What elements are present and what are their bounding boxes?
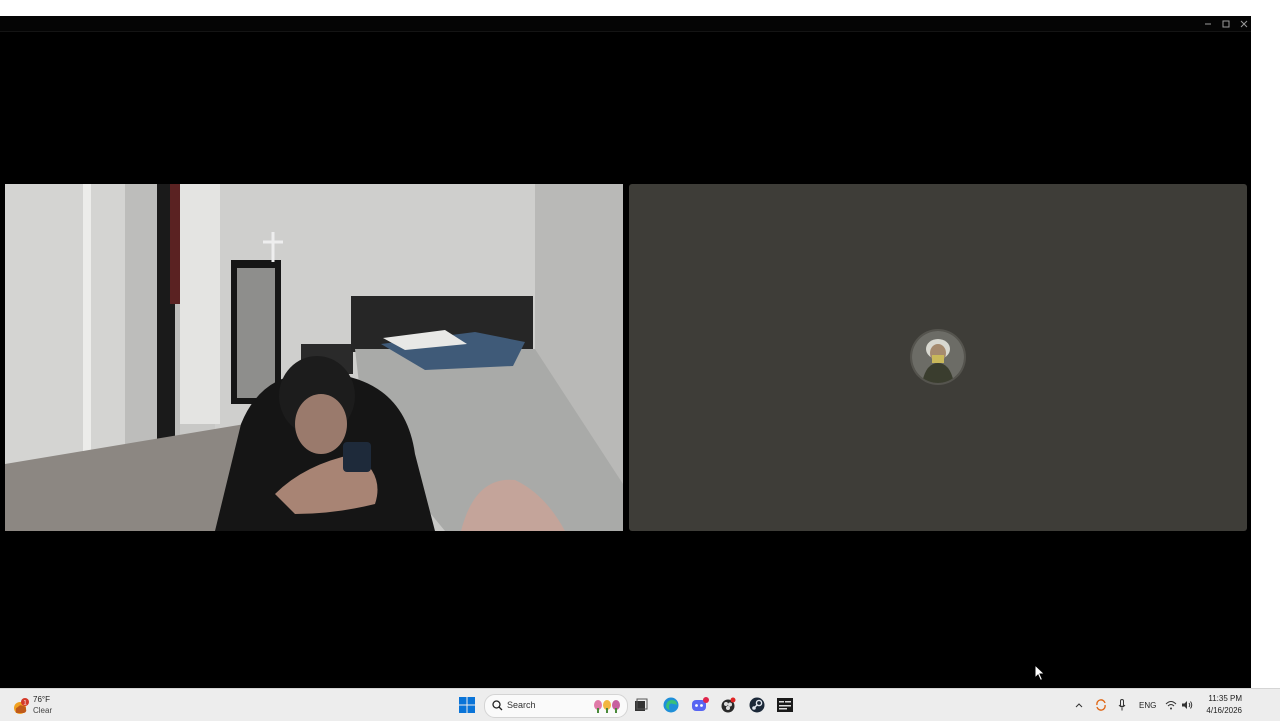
search-highlight-icon xyxy=(594,700,620,713)
camera-feed-image xyxy=(5,184,623,531)
clock-date[interactable]: 4/16/2026 xyxy=(1202,706,1242,715)
title-bar[interactable] xyxy=(0,16,1251,32)
close-button[interactable] xyxy=(1235,16,1253,31)
microphone-tray-button[interactable] xyxy=(1111,693,1133,717)
discord-taskbar-button[interactable] xyxy=(688,693,712,717)
show-hidden-icons-button[interactable] xyxy=(1068,693,1090,717)
local-video-tile[interactable] xyxy=(5,184,623,531)
task-view-icon xyxy=(635,698,648,711)
maximize-icon xyxy=(1222,20,1230,27)
speaker-icon xyxy=(1182,701,1193,709)
maximize-button[interactable] xyxy=(1217,16,1235,31)
close-icon xyxy=(1240,20,1248,27)
mouse-cursor-icon xyxy=(1034,664,1046,682)
sync-icon xyxy=(1096,699,1106,711)
weather-widget[interactable]: 1 76°F Clear xyxy=(12,694,72,718)
minimize-button[interactable] xyxy=(1199,16,1217,31)
minimize-icon xyxy=(1205,23,1211,24)
start-button[interactable] xyxy=(455,693,479,717)
edge-taskbar-button[interactable] xyxy=(659,693,683,717)
steam-taskbar-button[interactable] xyxy=(745,693,769,717)
terminal-icon xyxy=(777,698,793,712)
sync-tray-button[interactable] xyxy=(1090,693,1112,717)
taskbar-search-input[interactable]: Search xyxy=(484,694,628,718)
avatar-image xyxy=(912,331,964,383)
search-placeholder: Search xyxy=(507,700,536,710)
wifi-icon xyxy=(1165,701,1177,710)
language-indicator[interactable]: ENG xyxy=(1139,701,1156,710)
obs-icon xyxy=(721,697,736,713)
task-view-button[interactable] xyxy=(629,693,653,717)
windows-start-icon xyxy=(459,697,475,713)
microphone-icon xyxy=(1118,699,1126,711)
clock-time[interactable]: 11:35 PM xyxy=(1204,694,1242,703)
remote-avatar[interactable] xyxy=(912,331,964,383)
discord-icon xyxy=(692,697,709,711)
weather-condition: Clear xyxy=(33,706,53,715)
volume-tray-button[interactable] xyxy=(1177,693,1197,717)
obs-taskbar-button[interactable] xyxy=(716,693,740,717)
desktop-edge-right xyxy=(1251,0,1280,688)
call-window xyxy=(0,16,1251,688)
remote-video-tile[interactable] xyxy=(629,184,1247,531)
chevron-up-icon xyxy=(1075,703,1083,708)
taskbar: 1 76°F Clear Search ENG 11:35 PM 4/16/20… xyxy=(0,688,1280,721)
weather-temperature: 76°F xyxy=(33,695,50,704)
steam-icon xyxy=(749,697,765,713)
edge-icon xyxy=(663,697,679,713)
terminal-taskbar-button[interactable] xyxy=(773,693,797,717)
desktop-edge-top xyxy=(0,0,1280,16)
weather-icon: 1 xyxy=(14,698,29,714)
search-icon xyxy=(492,700,503,711)
